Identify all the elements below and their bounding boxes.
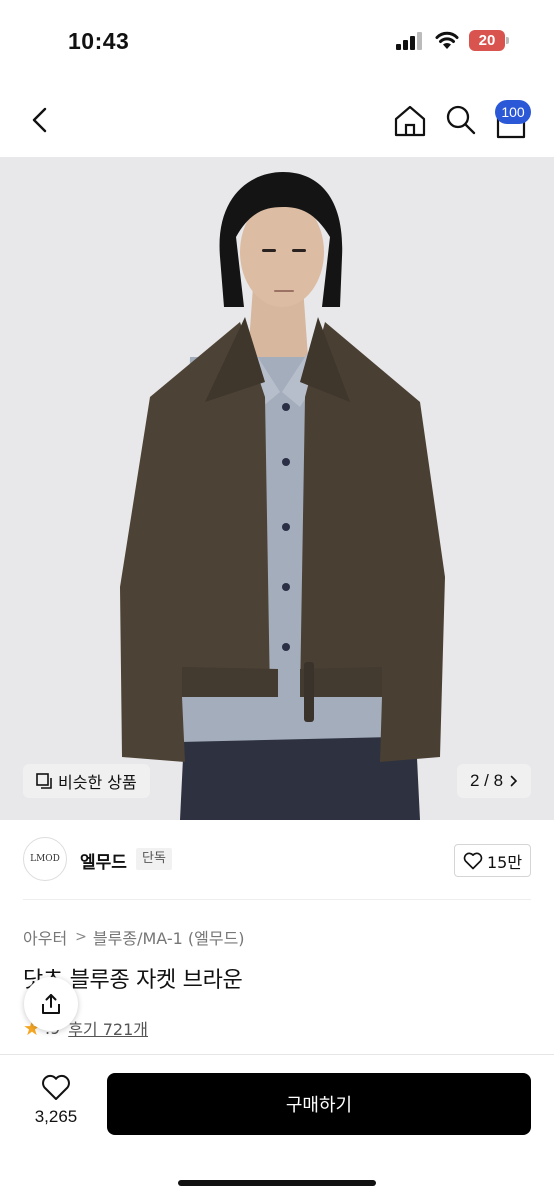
- share-icon: [42, 994, 60, 1014]
- status-bar: 10:43 20: [0, 0, 554, 82]
- home-icon[interactable]: [391, 102, 429, 140]
- battery-icon: 20: [469, 30, 509, 51]
- heart-icon: [42, 1074, 70, 1100]
- brand-logo[interactable]: LMOD: [23, 837, 67, 881]
- review-link[interactable]: 후기 721개: [68, 1016, 148, 1040]
- breadcrumb-category[interactable]: 아우터: [23, 925, 67, 949]
- search-icon[interactable]: [443, 102, 479, 138]
- wifi-icon: [435, 31, 459, 49]
- wishlist-button[interactable]: 3,265: [23, 1074, 89, 1134]
- brand-name[interactable]: 엘무드: [80, 848, 127, 873]
- home-indicator: [178, 1180, 376, 1186]
- chevron-right-icon: [510, 775, 518, 787]
- wishlist-count: 3,265: [34, 1107, 78, 1126]
- nav-bar: [0, 82, 554, 157]
- breadcrumb-subcategory[interactable]: 블루종/MA-1 (엘무드): [93, 925, 245, 949]
- signal-icon: [396, 32, 422, 50]
- image-counter: 2 / 8: [469, 771, 504, 790]
- chevron-right-icon: >: [75, 929, 87, 945]
- model-illustration: [0, 157, 554, 820]
- product-photo[interactable]: [0, 157, 554, 820]
- exclusive-badge: 단독: [136, 848, 172, 870]
- similar-products-button[interactable]: 비슷한 상품: [23, 764, 150, 798]
- bottom-bar-divider: [0, 1054, 554, 1055]
- breadcrumb: 아우터 > 블루종/MA-1 (엘무드): [23, 925, 245, 949]
- brand-like-button[interactable]: 15만: [454, 844, 531, 877]
- image-counter-button[interactable]: 2 / 8: [457, 764, 531, 798]
- status-time: 10:43: [68, 28, 130, 54]
- battery-level: 20: [469, 30, 505, 51]
- share-button[interactable]: [24, 977, 78, 1031]
- brand-like-count: 15만: [486, 852, 523, 872]
- divider: [23, 899, 531, 900]
- buy-button[interactable]: 구매하기: [107, 1073, 531, 1135]
- back-arrow-icon[interactable]: [22, 102, 58, 138]
- similar-products-label: 비슷한 상품: [58, 773, 137, 792]
- battery-cap: [506, 37, 509, 44]
- brand-row: LMOD 엘무드 단독 15만: [0, 830, 554, 890]
- heart-icon: [463, 852, 483, 869]
- brand-logo-text: LMOD: [30, 853, 60, 864]
- cart-count-badge: 100: [495, 100, 531, 124]
- similar-icon: [36, 773, 52, 789]
